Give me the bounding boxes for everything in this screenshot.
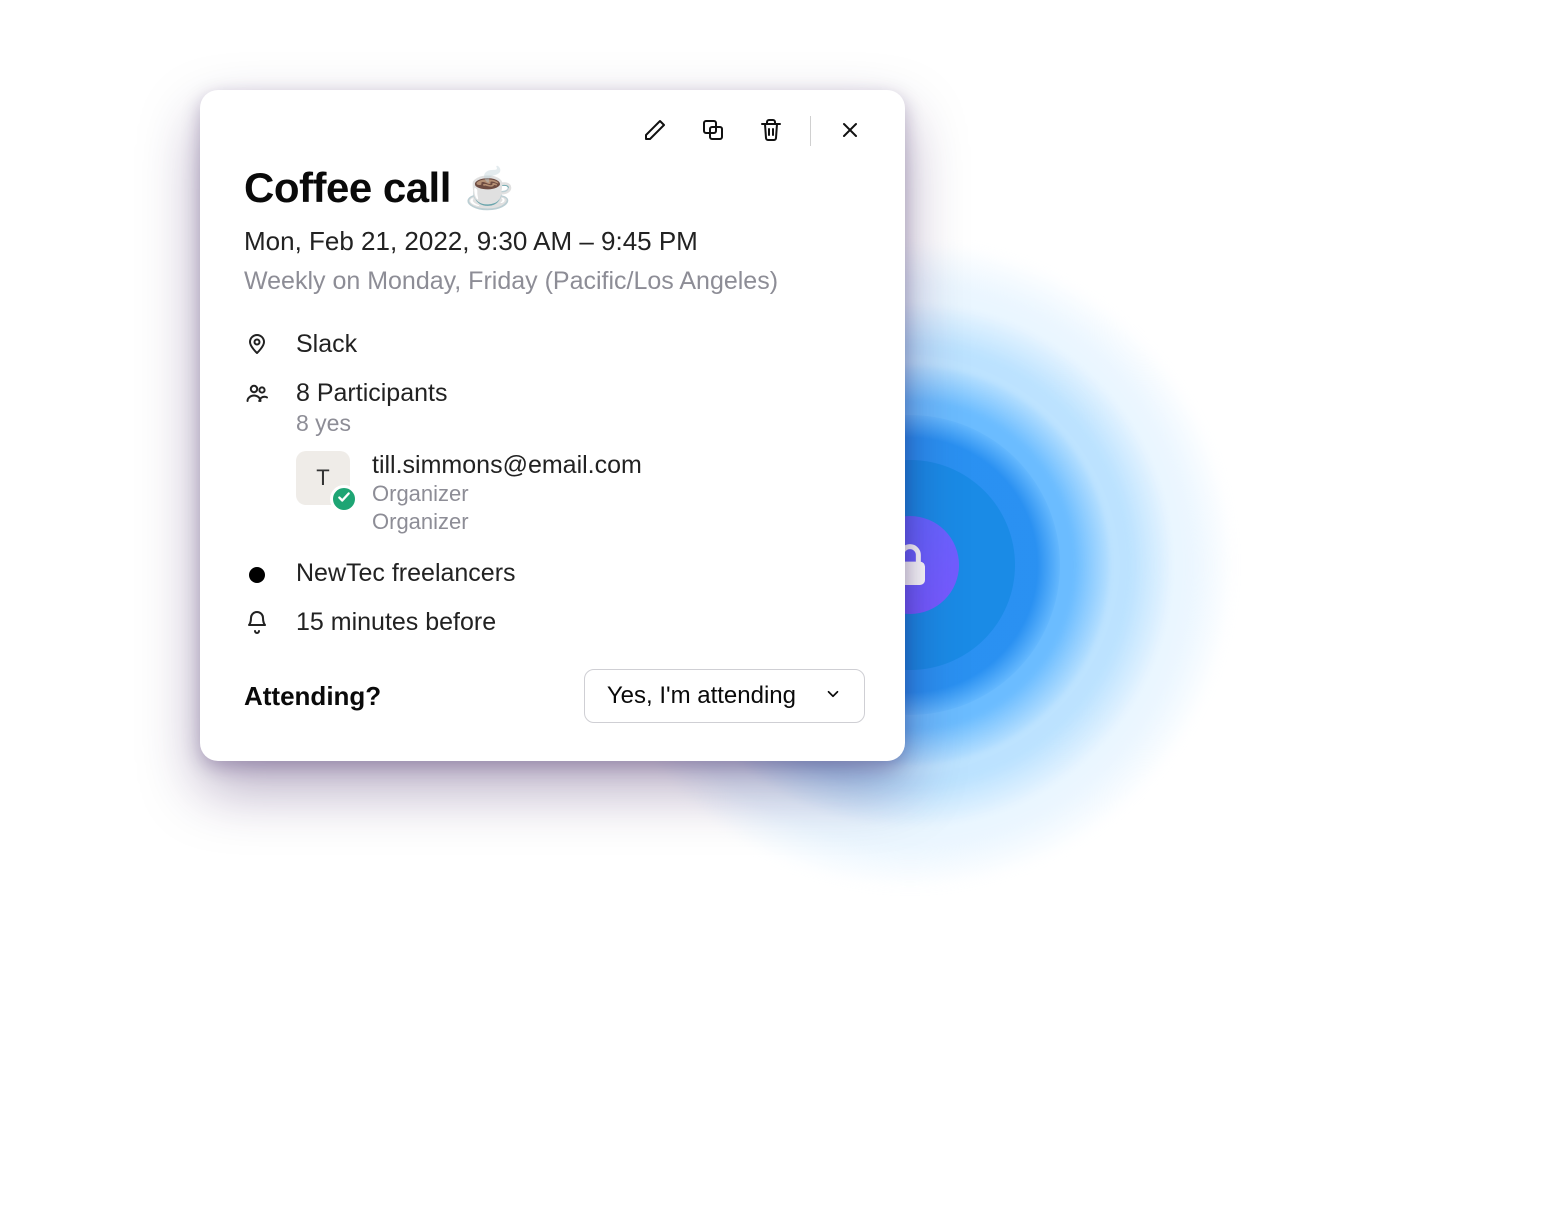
copy-icon: [701, 118, 725, 145]
people-icon: [244, 379, 270, 405]
calendar-color-dot-icon: [244, 559, 270, 583]
close-button[interactable]: [835, 116, 865, 146]
participants-row: 8 Participants 8 yes: [244, 379, 865, 437]
calendar-row: NewTec freelancers: [244, 559, 865, 588]
calendar-name: NewTec freelancers: [296, 559, 516, 588]
organizer-email: till.simmons@email.com: [372, 451, 642, 480]
event-title: Coffee call: [244, 164, 451, 212]
organizer-role-2: Organizer: [372, 508, 642, 536]
event-toolbar: [244, 116, 865, 146]
pencil-icon: [643, 118, 667, 145]
attending-selected-value: Yes, I'm attending: [607, 682, 796, 710]
event-datetime: Mon, Feb 21, 2022, 9:30 AM – 9:45 PM: [244, 226, 865, 257]
participants-count: 8 Participants: [296, 379, 447, 408]
reminder-text: 15 minutes before: [296, 608, 496, 637]
location-text: Slack: [296, 330, 357, 359]
check-icon: [337, 490, 351, 509]
close-icon: [838, 118, 862, 145]
location-row: Slack: [244, 330, 865, 359]
bell-icon: [244, 608, 270, 634]
trash-icon: [759, 118, 783, 145]
location-pin-icon: [244, 330, 270, 356]
chevron-down-icon: [824, 682, 842, 710]
delete-button[interactable]: [756, 116, 786, 146]
reminder-row: 15 minutes before: [244, 608, 865, 637]
event-emoji: ☕: [465, 165, 515, 212]
organizer-role-1: Organizer: [372, 480, 642, 508]
copy-button[interactable]: [698, 116, 728, 146]
edit-button[interactable]: [640, 116, 670, 146]
avatar: T: [296, 451, 350, 505]
rsvp-accepted-badge: [330, 485, 358, 513]
event-detail-card: Coffee call ☕ Mon, Feb 21, 2022, 9:30 AM…: [200, 90, 905, 761]
event-recurrence: Weekly on Monday, Friday (Pacific/Los An…: [244, 267, 865, 296]
organizer-entry: T till.simmons@email.com Organizer Organ…: [296, 451, 865, 535]
toolbar-divider: [810, 116, 811, 146]
attending-dropdown[interactable]: Yes, I'm attending: [584, 669, 865, 723]
attending-label: Attending?: [244, 681, 381, 712]
participants-yes-count: 8 yes: [296, 410, 447, 437]
